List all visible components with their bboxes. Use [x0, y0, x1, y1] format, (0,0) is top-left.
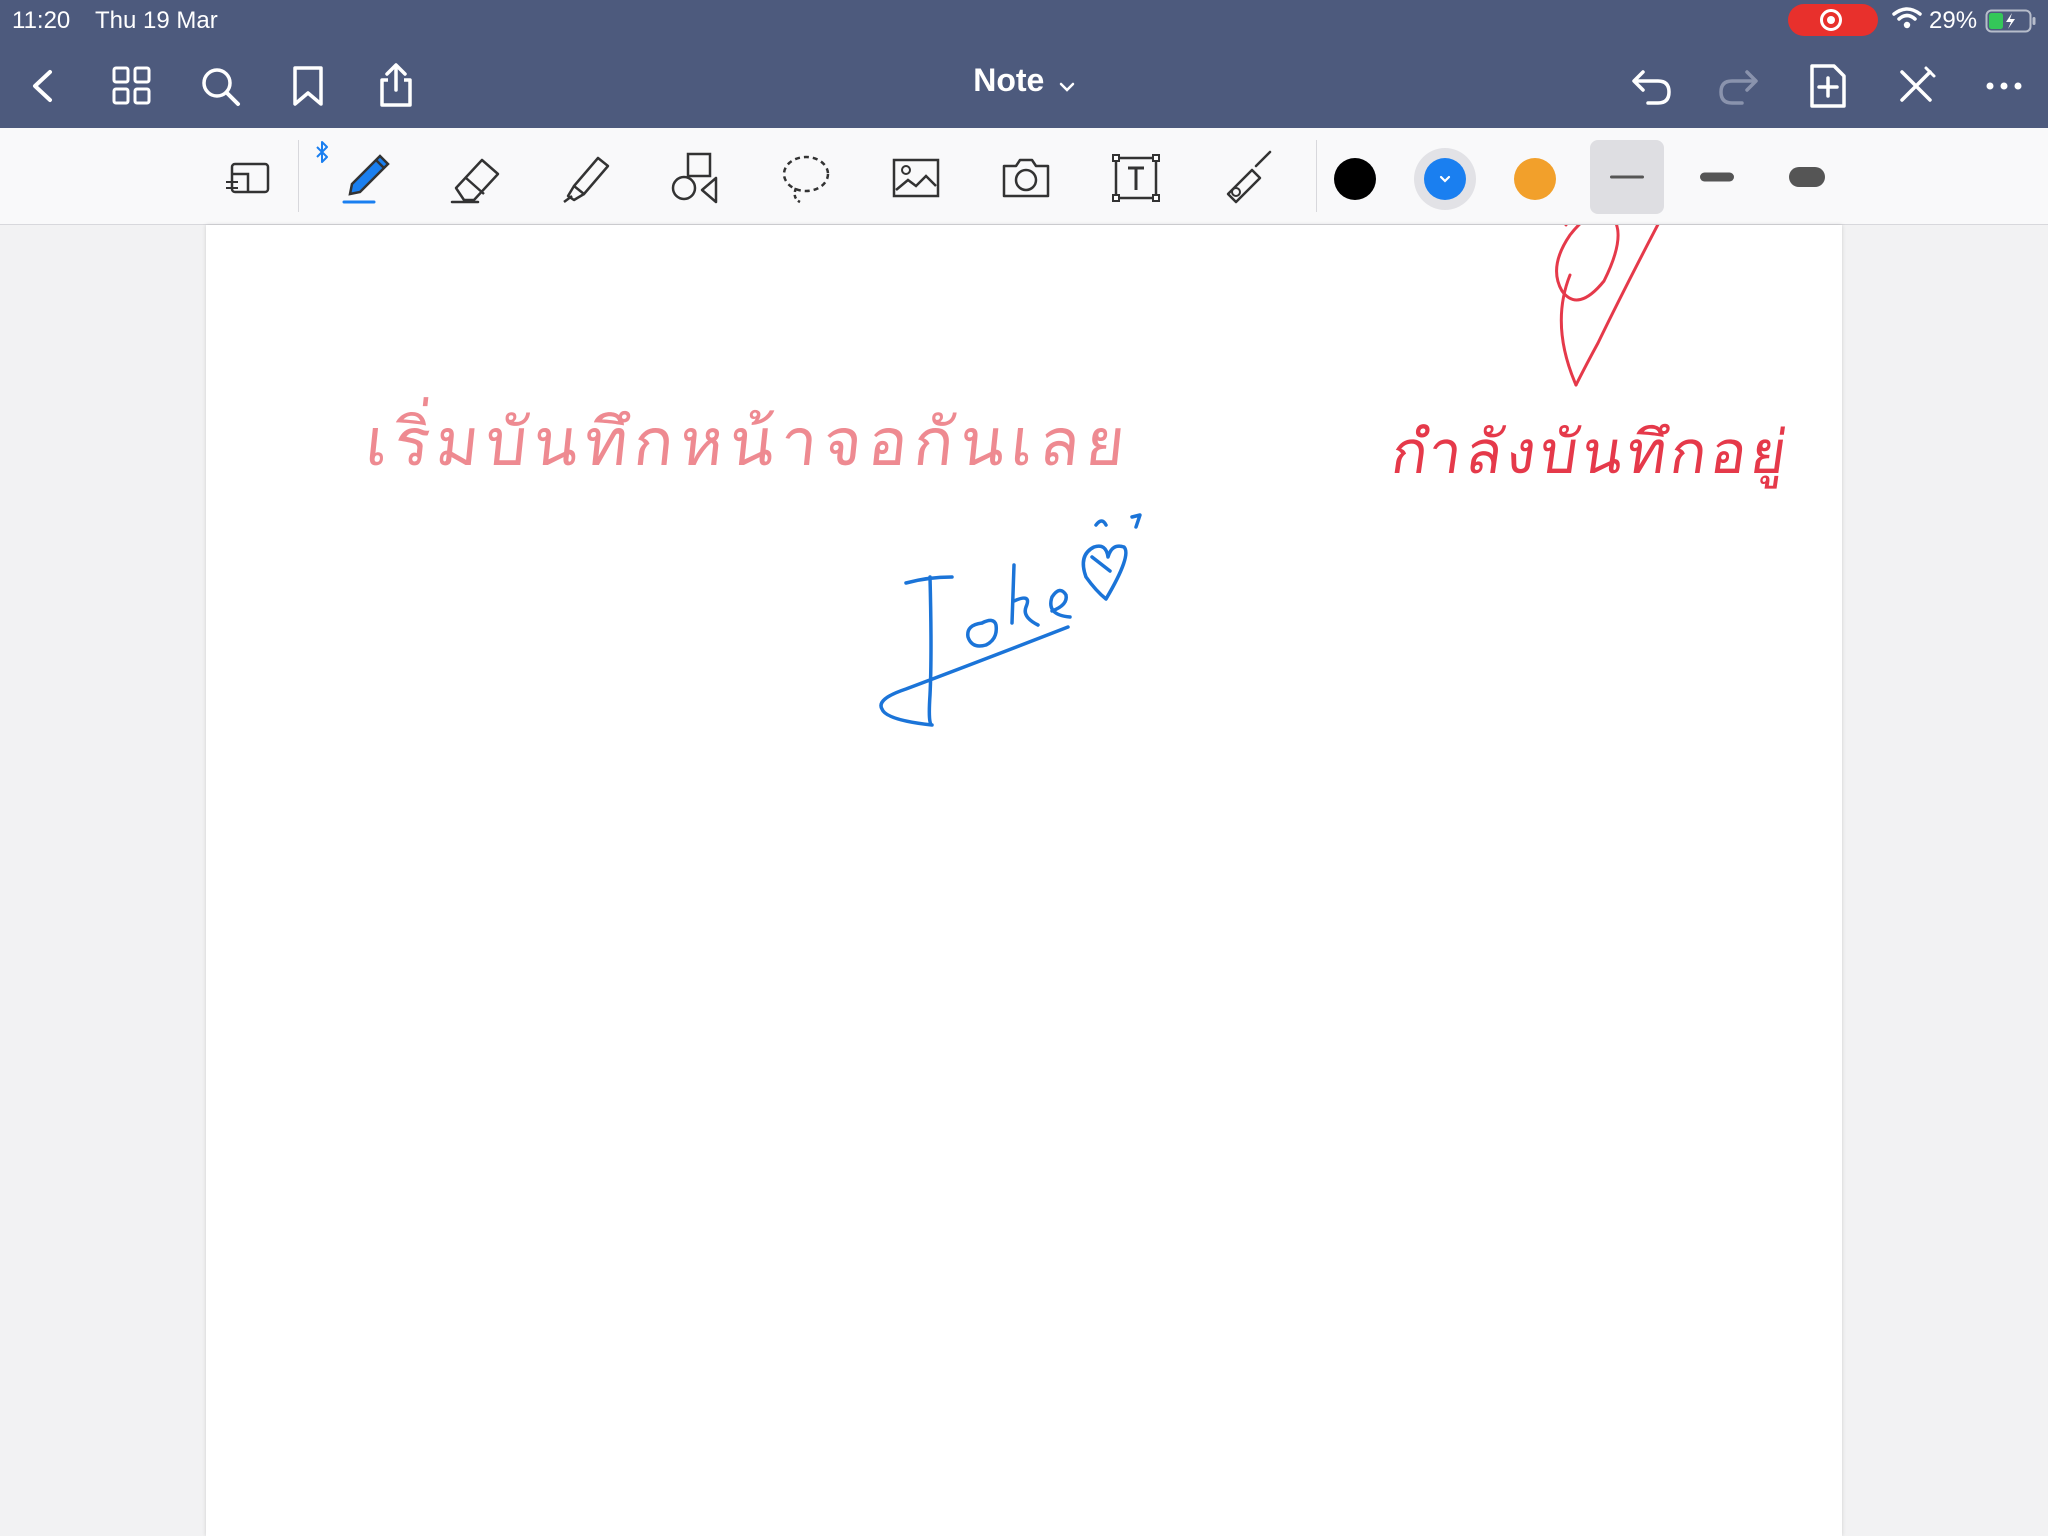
lasso-icon	[782, 155, 830, 204]
top-bar: 11:20 Thu 19 Mar 29% Note	[0, 0, 2048, 128]
drawing-toolbar	[0, 128, 2048, 225]
laser-pointer-icon	[1226, 150, 1272, 204]
battery-percent: 29%	[1929, 7, 1978, 34]
color-black-swatch[interactable]	[1334, 158, 1376, 200]
record-icon	[1820, 9, 1842, 31]
highlighter-tool[interactable]	[554, 148, 618, 208]
eraser-icon	[450, 158, 500, 204]
more-button[interactable]	[1976, 58, 2032, 114]
eraser-tool[interactable]	[444, 148, 508, 208]
stroke-width-thick[interactable]	[1770, 140, 1844, 214]
text-box-icon	[1112, 154, 1160, 202]
image-icon	[892, 158, 940, 198]
image-tool[interactable]	[884, 148, 948, 208]
undo-button[interactable]	[1624, 58, 1680, 114]
handwriting-jake-signature	[879, 225, 1660, 727]
battery-icon	[1985, 9, 2036, 33]
add-page-icon	[1810, 64, 1846, 108]
stroke-width-thin[interactable]	[1590, 140, 1664, 214]
camera-tool[interactable]	[994, 148, 1058, 208]
shapes-icon	[671, 152, 718, 204]
wifi-icon	[1892, 7, 1922, 29]
pencil-only-toggle[interactable]	[1888, 58, 1944, 114]
toolbar-divider	[298, 140, 299, 212]
chevron-down-icon[interactable]	[1059, 81, 1075, 93]
laser-pointer-tool[interactable]	[1214, 148, 1278, 208]
screen-recording-indicator[interactable]	[1788, 4, 1878, 36]
shapes-tool[interactable]	[664, 148, 728, 208]
shape-ruler-icon	[226, 162, 270, 194]
status-time: 11:20	[12, 7, 71, 34]
pen-icon	[342, 154, 390, 204]
highlighter-icon	[563, 156, 610, 203]
status-date: Thu 19 Mar	[95, 7, 218, 34]
redo-icon	[1719, 70, 1758, 105]
toolbar-divider	[1316, 140, 1317, 212]
note-page[interactable]: เริ่มบันทึกหน้าจอกันเลย กำลังบันทึกอยู่	[206, 225, 1842, 1536]
more-icon	[1986, 82, 2022, 90]
add-page-button[interactable]	[1800, 58, 1856, 114]
camera-icon	[1002, 158, 1050, 198]
lasso-tool[interactable]	[774, 148, 838, 208]
pen-tool[interactable]	[334, 148, 398, 208]
color-orange-swatch[interactable]	[1514, 158, 1556, 200]
undo-icon	[1632, 70, 1671, 105]
stroke-width-medium[interactable]	[1680, 140, 1754, 214]
chevron-down-icon	[1439, 175, 1451, 183]
text-box-tool[interactable]	[1104, 148, 1168, 208]
color-blue-swatch[interactable]	[1424, 158, 1466, 200]
bluetooth-icon	[316, 141, 328, 163]
shape-ruler-tool[interactable]	[218, 148, 282, 208]
note-title[interactable]: Note	[973, 62, 1044, 99]
pencil-off-icon	[1900, 66, 1936, 102]
redo-button[interactable]	[1710, 58, 1766, 114]
